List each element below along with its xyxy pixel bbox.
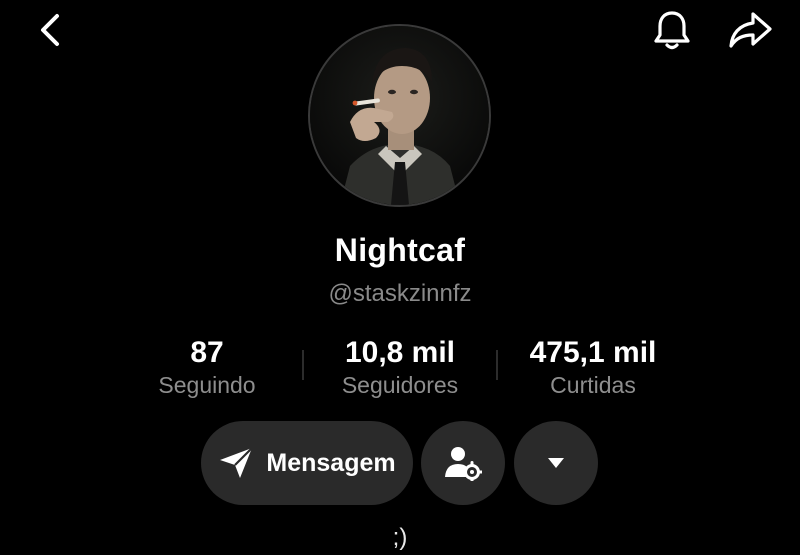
stat-value: 475,1 mil xyxy=(529,336,657,369)
stat-label: Curtidas xyxy=(550,372,636,398)
message-button[interactable]: Mensagem xyxy=(201,421,413,505)
share-button[interactable] xyxy=(722,6,778,54)
bio-text: ;) xyxy=(392,524,408,551)
message-button-label: Mensagem xyxy=(266,448,396,477)
stat-label: Seguidores xyxy=(341,372,459,398)
username: @staskzinnfz xyxy=(328,280,472,307)
stat-following[interactable]: 87 Seguindo xyxy=(97,336,317,400)
paper-plane-icon xyxy=(220,447,254,478)
back-button[interactable] xyxy=(28,8,72,52)
stat-value: 87 xyxy=(190,336,224,369)
stat-value: 10,8 mil xyxy=(344,336,456,369)
stat-likes[interactable]: 475,1 mil Curtidas xyxy=(483,336,703,400)
profile-avatar[interactable] xyxy=(308,24,491,207)
bell-icon xyxy=(654,11,690,50)
follow-settings-button[interactable] xyxy=(421,421,505,505)
share-arrow-icon xyxy=(729,12,772,48)
display-name: Nightcaf xyxy=(334,232,466,268)
stat-label: Seguindo xyxy=(158,372,256,398)
user-gear-icon xyxy=(445,447,482,481)
stat-followers[interactable]: 10,8 mil Seguidores xyxy=(290,336,510,400)
caret-down-icon xyxy=(548,458,564,468)
chevron-left-icon xyxy=(41,14,59,46)
notifications-button[interactable] xyxy=(648,6,696,54)
more-options-button[interactable] xyxy=(514,421,598,505)
